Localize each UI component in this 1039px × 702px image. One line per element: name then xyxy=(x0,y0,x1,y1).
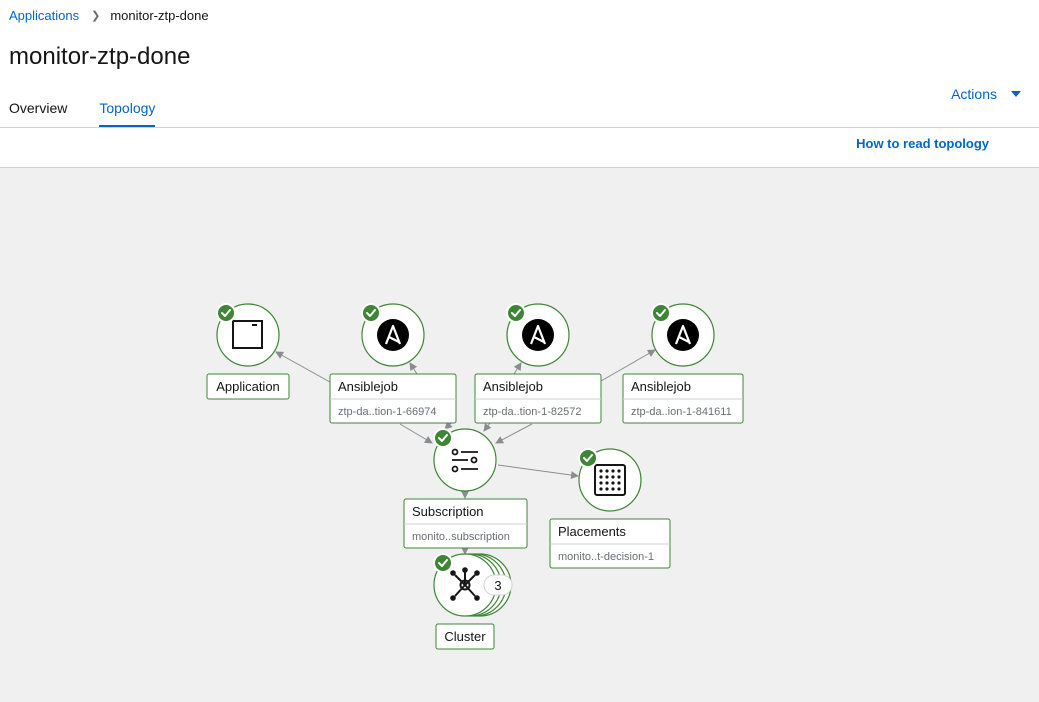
status-ok-icon xyxy=(215,302,237,324)
edge-ansiblejob1-node xyxy=(409,362,418,375)
chevron-right-icon: ❯ xyxy=(91,10,101,22)
cluster-count-badge: 3 xyxy=(494,578,501,593)
node-ansiblejob-3-label: Ansiblejob xyxy=(631,379,691,394)
node-placements[interactable]: Placements monito..t-decision-1 xyxy=(549,447,671,569)
edge-subscription-placements xyxy=(497,464,579,480)
breadcrumb-current: monitor-ztp-done xyxy=(110,8,209,23)
node-ansiblejob-3[interactable]: Ansiblejob ztp-da..ion-1-841611 xyxy=(622,302,744,424)
node-ansiblejob-1-label: Ansiblejob xyxy=(338,379,398,394)
tab-overview[interactable]: Overview xyxy=(9,100,67,128)
node-ansiblejob-3-sublabel: ztp-da..ion-1-841611 xyxy=(631,406,732,418)
node-subscription-sublabel: monito..subscription xyxy=(412,531,510,543)
node-ansiblejob-1[interactable]: Ansiblejob ztp-da..tion-1-66974 xyxy=(329,302,457,424)
header-divider xyxy=(0,127,1039,128)
status-ok-icon xyxy=(360,302,382,324)
ansible-icon xyxy=(522,319,554,351)
node-cluster[interactable]: 3 Cluster xyxy=(432,552,513,650)
status-ok-icon xyxy=(432,427,454,449)
actions-label: Actions xyxy=(951,86,997,102)
tab-topology[interactable]: Topology xyxy=(99,100,156,128)
node-application-label: Application xyxy=(216,379,280,394)
node-ansiblejob-2[interactable]: Ansiblejob ztp-da..tion-1-82572 xyxy=(474,302,602,424)
page-title: monitor-ztp-done xyxy=(9,43,191,70)
how-to-read-topology-link[interactable]: How to read topology xyxy=(856,136,989,151)
node-placements-sublabel: monito..t-decision-1 xyxy=(558,551,654,563)
topology-canvas[interactable]: Application Ansiblejob ztp-da..tion-1-66… xyxy=(0,167,1039,702)
ansible-icon xyxy=(667,319,699,351)
tabs: Overview Topology xyxy=(9,100,156,128)
status-ok-icon xyxy=(505,302,527,324)
edge-ansiblejob2-subscription xyxy=(483,422,492,432)
node-ansiblejob-2-sublabel: ztp-da..tion-1-82572 xyxy=(483,406,581,418)
ansible-icon xyxy=(377,319,409,351)
breadcrumb: Applications ❯ monitor-ztp-done xyxy=(9,8,209,23)
actions-dropdown[interactable]: Actions xyxy=(951,86,1021,102)
status-ok-icon xyxy=(432,552,454,574)
node-ansiblejob-1-sublabel: ztp-da..tion-1-66974 xyxy=(338,406,436,418)
node-cluster-label: Cluster xyxy=(444,629,486,644)
edge-ansiblejob2-node xyxy=(513,362,522,375)
node-application[interactable]: Application xyxy=(206,302,290,400)
node-subscription-label: Subscription xyxy=(412,504,484,519)
edge-ansiblejob3-subscription xyxy=(495,423,533,444)
node-subscription[interactable]: Subscription monito..subscription xyxy=(403,427,528,549)
node-ansiblejob-2-label: Ansiblejob xyxy=(483,379,543,394)
status-ok-icon xyxy=(577,447,599,469)
breadcrumb-applications-link[interactable]: Applications xyxy=(9,8,79,23)
status-ok-icon xyxy=(650,302,672,324)
node-placements-label: Placements xyxy=(558,524,626,539)
edge-ansiblejob1-subscription xyxy=(399,423,433,444)
caret-down-icon xyxy=(1011,91,1021,97)
